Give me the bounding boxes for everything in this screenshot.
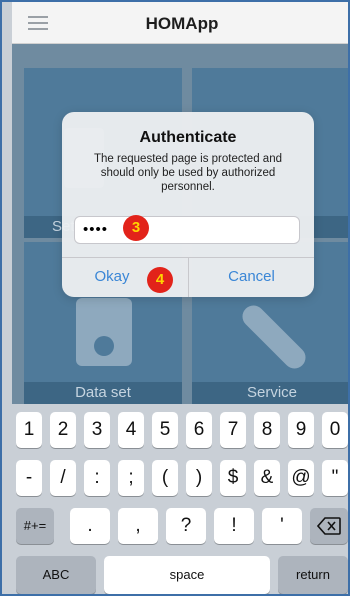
key-exclamation[interactable]: !: [214, 508, 254, 544]
key-6[interactable]: 6: [186, 412, 212, 448]
keyboard: 1 2 3 4 5 6 7 8 9 0 - / : ; ( ) $ & @ " …: [12, 404, 348, 594]
key-dollar[interactable]: $: [220, 460, 246, 496]
key-4[interactable]: 4: [118, 412, 144, 448]
backspace-key[interactable]: [310, 508, 348, 544]
tile-label: Service: [192, 382, 348, 404]
key-apostrophe[interactable]: ': [262, 508, 302, 544]
step-3-badge: 3: [123, 215, 149, 241]
key-9[interactable]: 9: [288, 412, 314, 448]
return-key[interactable]: return: [278, 556, 348, 594]
key-ampersand[interactable]: &: [254, 460, 280, 496]
key-5[interactable]: 5: [152, 412, 178, 448]
abc-key[interactable]: ABC: [16, 556, 96, 594]
step-4-badge: 4: [147, 267, 173, 293]
authenticate-dialog: Authenticate The requested page is prote…: [62, 112, 314, 297]
dialog-message: The requested page is protected and shou…: [94, 153, 282, 193]
app-header: HOMApp: [12, 2, 348, 44]
key-7[interactable]: 7: [220, 412, 246, 448]
key-question[interactable]: ?: [166, 508, 206, 544]
okay-label: Okay: [94, 268, 130, 285]
password-field[interactable]: ••••: [74, 216, 300, 244]
key-2[interactable]: 2: [50, 412, 76, 448]
device-frame: HOMApp Setup Data set Service Authentica…: [0, 0, 350, 596]
key-colon[interactable]: :: [84, 460, 110, 496]
dialog-title: Authenticate: [139, 129, 237, 146]
key-comma[interactable]: ,: [118, 508, 158, 544]
key-3[interactable]: 3: [84, 412, 110, 448]
tile-label: Data set: [24, 382, 182, 404]
space-key[interactable]: space: [104, 556, 270, 594]
data-set-icon-dot: [94, 336, 114, 356]
key-minus[interactable]: -: [16, 460, 42, 496]
key-0[interactable]: 0: [322, 412, 348, 448]
cancel-button[interactable]: Cancel: [189, 257, 314, 297]
key-at[interactable]: @: [288, 460, 314, 496]
key-more-symbols[interactable]: #+=: [16, 508, 54, 544]
backspace-icon: [316, 517, 341, 535]
key-1[interactable]: 1: [16, 412, 42, 448]
key-8[interactable]: 8: [254, 412, 280, 448]
key-open-paren[interactable]: (: [152, 460, 178, 496]
key-slash[interactable]: /: [50, 460, 76, 496]
key-quote[interactable]: ": [322, 460, 348, 496]
key-semicolon[interactable]: ;: [118, 460, 144, 496]
key-period[interactable]: .: [70, 508, 110, 544]
wrench-icon: [237, 300, 311, 374]
app-title: HOMApp: [145, 14, 219, 33]
key-close-paren[interactable]: ): [186, 460, 212, 496]
